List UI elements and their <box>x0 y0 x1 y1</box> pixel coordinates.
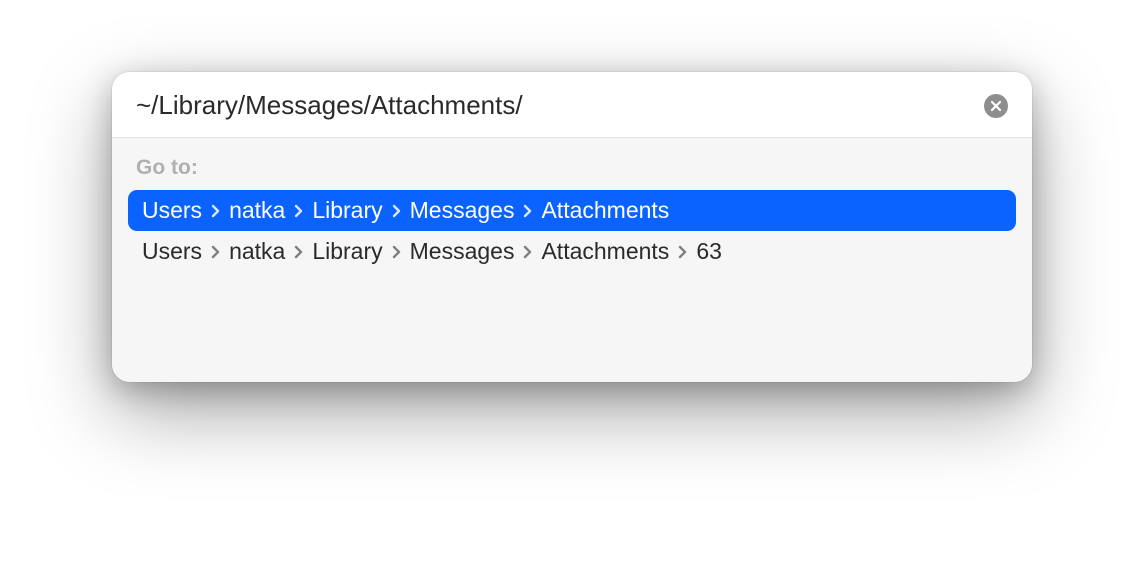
chevron-right-icon <box>516 204 539 218</box>
results-list: UsersnatkaLibraryMessagesAttachmentsUser… <box>128 190 1016 272</box>
chevron-right-icon <box>287 204 310 218</box>
results-panel: Go to: Users natka Library Messages Attachme… <box>112 138 1032 382</box>
chevron-right-icon <box>671 245 694 259</box>
path-input[interactable] <box>136 90 972 121</box>
chevron-right-icon <box>204 245 227 259</box>
path-segment: natka <box>229 238 285 265</box>
path-segment: Attachments <box>541 197 669 224</box>
input-row <box>112 72 1032 138</box>
path-segment: 63 <box>696 238 722 265</box>
chevron-right-icon <box>204 204 227 218</box>
path-segment: Library <box>312 197 382 224</box>
goto-folder-dialog: Go to: Users natka Library Messages Attachme… <box>112 72 1032 382</box>
path-result-row[interactable]: Users natka Library Messages Attachments <box>128 190 1016 231</box>
chevron-right-icon <box>516 245 539 259</box>
path-segment: Attachments <box>541 238 669 265</box>
path-segment: natka <box>229 197 285 224</box>
chevron-right-icon <box>287 245 310 259</box>
path-segment: Messages <box>410 238 515 265</box>
chevron-right-icon <box>385 245 408 259</box>
path-segment: Messages <box>410 197 515 224</box>
path-segment: Users <box>142 197 202 224</box>
goto-label: Go to: <box>128 152 1016 190</box>
path-segment: Users <box>142 238 202 265</box>
close-icon <box>990 100 1002 112</box>
path-result-row[interactable]: Users natka Library Messages Attachments 63 <box>128 231 1016 272</box>
path-segment: Library <box>312 238 382 265</box>
chevron-right-icon <box>385 204 408 218</box>
clear-button[interactable] <box>984 94 1008 118</box>
